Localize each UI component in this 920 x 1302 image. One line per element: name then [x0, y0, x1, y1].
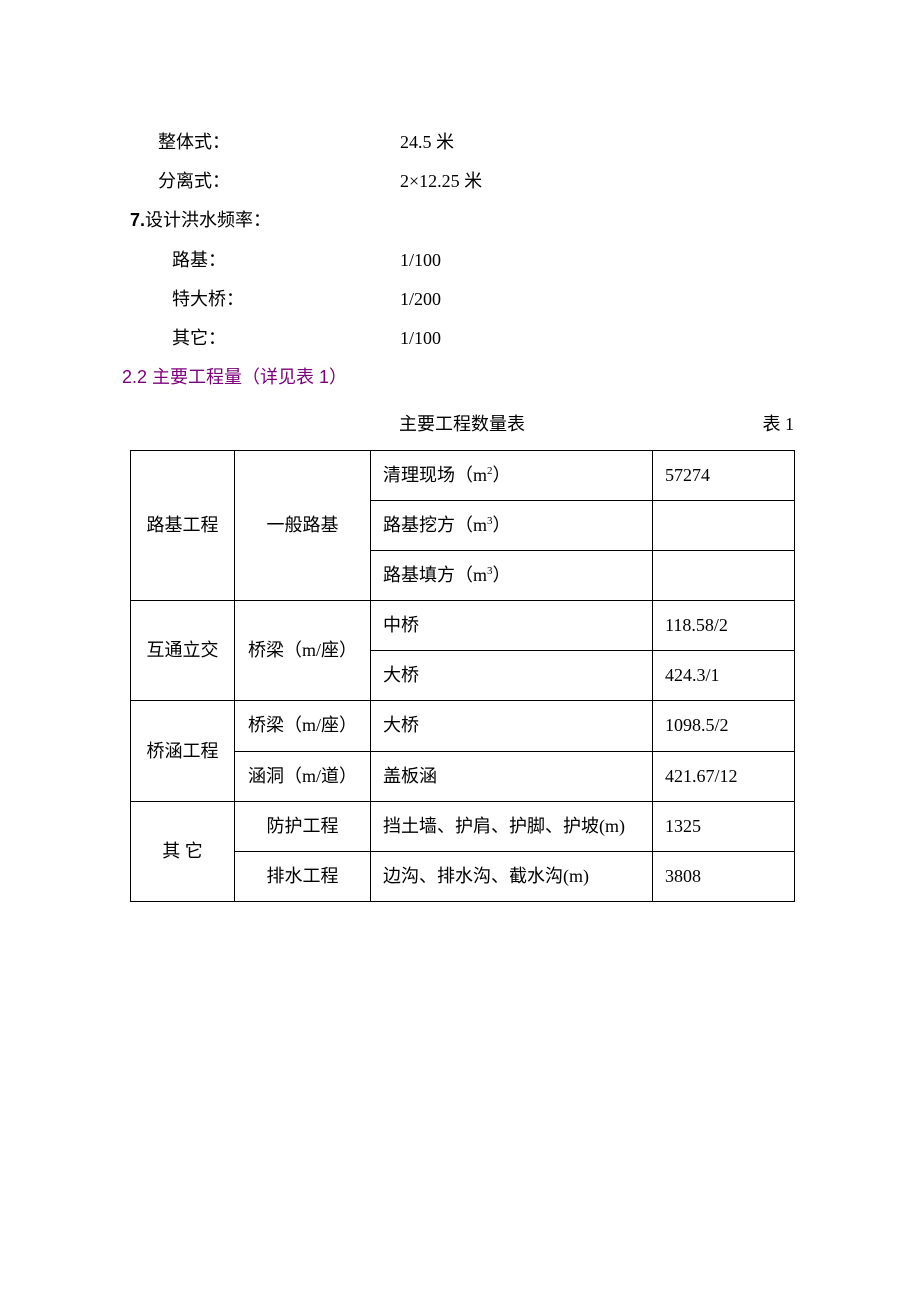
table-row: 互通立交 桥梁（m/座） 中桥 118.58/2: [131, 601, 795, 651]
spec-label: 其它：: [130, 326, 400, 351]
spec-label-text: 设计洪水频率：: [145, 210, 271, 230]
cell-category: 桥涵工程: [131, 701, 235, 801]
cell-subcategory: 一般路基: [235, 450, 371, 601]
table-row: 其 它 防护工程 挡土墙、护肩、护脚、护坡(m) 1325: [131, 801, 795, 851]
cell-category: 其 它: [131, 801, 235, 901]
spec-number: 7.: [130, 210, 145, 230]
quantities-table: 路基工程 一般路基 清理现场（m2） 57274 路基挖方（m3） 路基填方（m…: [130, 450, 795, 903]
cell-item: 大桥: [371, 651, 653, 701]
cell-subcategory: 涵洞（m/道）: [235, 751, 371, 801]
cell-subcategory: 桥梁（m/座）: [235, 601, 371, 701]
cell-item: 路基填方（m3）: [371, 550, 653, 600]
cell-item: 边沟、排水沟、截水沟(m): [371, 852, 653, 902]
spec-row: 分离式： 2×12.25 米: [130, 169, 790, 194]
cell-item: 盖板涵: [371, 751, 653, 801]
spec-row: 特大桥： 1/200: [130, 287, 790, 312]
cell-value: 57274: [653, 450, 795, 500]
cell-value: 3808: [653, 852, 795, 902]
table-row: 路基工程 一般路基 清理现场（m2） 57274: [131, 450, 795, 500]
section-heading: 2.2 主要工程量（详见表 1）: [122, 365, 790, 390]
spec-value: 1/200: [400, 287, 441, 312]
cell-value: [653, 500, 795, 550]
spec-list: 整体式： 24.5 米 分离式： 2×12.25 米 7.设计洪水频率： 路基：…: [130, 130, 790, 351]
spec-row: 路基： 1/100: [130, 248, 790, 273]
spec-row: 7.设计洪水频率：: [130, 208, 790, 233]
cell-item: 路基挖方（m3）: [371, 500, 653, 550]
table-row: 桥涵工程 桥梁（m/座） 大桥 1098.5/2: [131, 701, 795, 751]
cell-item: 挡土墙、护肩、护脚、护坡(m): [371, 801, 653, 851]
spec-row: 其它： 1/100: [130, 326, 790, 351]
cell-subcategory: 防护工程: [235, 801, 371, 851]
spec-value: 2×12.25 米: [400, 169, 482, 194]
spec-row: 整体式： 24.5 米: [130, 130, 790, 155]
spec-value: 1/100: [400, 248, 441, 273]
cell-value: 424.3/1: [653, 651, 795, 701]
cell-category: 路基工程: [131, 450, 235, 601]
spec-label: 分离式：: [130, 169, 400, 194]
spec-label: 7.设计洪水频率：: [130, 208, 400, 233]
cell-subcategory: 排水工程: [235, 852, 371, 902]
cell-value: 1098.5/2: [653, 701, 795, 751]
cell-item: 中桥: [371, 601, 653, 651]
spec-value: 1/100: [400, 326, 441, 351]
cell-value: 118.58/2: [653, 601, 795, 651]
cell-category: 互通立交: [131, 601, 235, 701]
table-title-row: 主要工程数量表 表 1: [130, 412, 794, 437]
cell-value: [653, 550, 795, 600]
cell-item: 大桥: [371, 701, 653, 751]
spec-label: 整体式：: [130, 130, 400, 155]
spec-value: 24.5 米: [400, 130, 454, 155]
cell-value: 1325: [653, 801, 795, 851]
table-number-label: 表 1: [763, 412, 795, 437]
cell-item: 清理现场（m2）: [371, 450, 653, 500]
spec-label: 特大桥：: [130, 287, 400, 312]
cell-subcategory: 桥梁（m/座）: [235, 701, 371, 751]
spec-label: 路基：: [130, 248, 400, 273]
cell-value: 421.67/12: [653, 751, 795, 801]
table-title: 主要工程数量表: [399, 412, 525, 437]
